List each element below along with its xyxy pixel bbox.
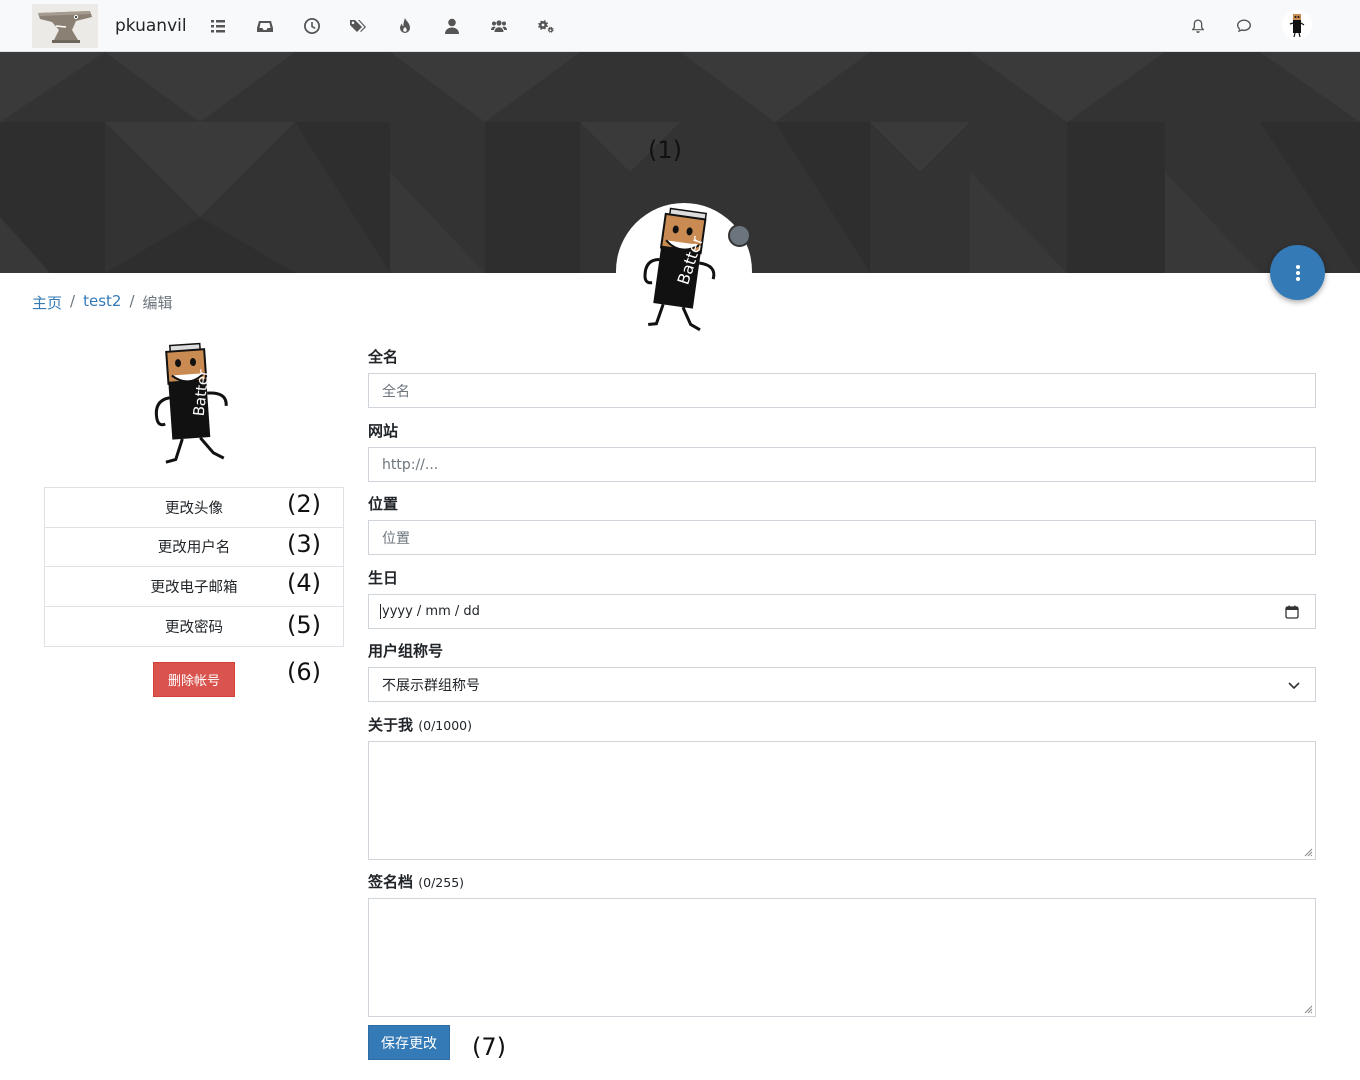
- aboutme-label: 关于我 (0/1000): [368, 714, 472, 735]
- breadcrumb-home[interactable]: 主页: [32, 292, 62, 313]
- annotation-marker: (4): [287, 569, 321, 597]
- aboutme-char-count: (0/1000): [418, 718, 472, 733]
- delete-account-button[interactable]: 删除帐号: [153, 662, 235, 697]
- signature-label-text: 签名档: [368, 873, 414, 891]
- aboutme-label-text: 关于我: [368, 716, 414, 734]
- fullname-label: 全名: [368, 348, 399, 366]
- profile-actions-button[interactable]: [1270, 245, 1325, 300]
- sidebar-avatar: Batter: [140, 340, 250, 470]
- signature-label: 签名档 (0/255): [368, 871, 464, 892]
- group-title-label: 用户组称号: [368, 642, 444, 660]
- resize-handle-icon[interactable]: [1304, 1005, 1313, 1014]
- top-navbar: pkuanvil: [0, 0, 1360, 52]
- save-changes-button[interactable]: 保存更改: [368, 1025, 450, 1060]
- breadcrumb-current: 编辑: [142, 294, 173, 312]
- chat-icon[interactable]: [1234, 16, 1254, 36]
- birthday-field[interactable]: yyyy / mm / dd: [368, 594, 1316, 629]
- breadcrumb-separator: /: [129, 292, 135, 310]
- location-field[interactable]: 位置: [368, 520, 1316, 555]
- birthday-placeholder: yyyy / mm / dd: [380, 604, 480, 619]
- breadcrumb-separator: /: [70, 292, 76, 310]
- annotation-marker: (7): [472, 1033, 506, 1061]
- fullname-field[interactable]: 全名: [368, 373, 1316, 408]
- location-label: 位置: [368, 495, 399, 513]
- ellipsis-vertical-icon: [1295, 264, 1300, 281]
- signature-char-count: (0/255): [418, 875, 465, 890]
- group-title-select[interactable]: 不展示群组称号: [368, 667, 1316, 702]
- bell-icon[interactable]: [1188, 16, 1208, 36]
- birthday-label: 生日: [368, 569, 399, 587]
- clock-icon[interactable]: [302, 16, 322, 36]
- annotation-marker: (6): [287, 658, 321, 686]
- signature-textarea[interactable]: [368, 898, 1316, 1017]
- website-field[interactable]: http://...: [368, 447, 1316, 482]
- resize-handle-icon[interactable]: [1304, 848, 1313, 857]
- change-email-label: 更改电子邮箱: [150, 579, 238, 596]
- fire-icon[interactable]: [395, 16, 415, 36]
- anvil-logo[interactable]: [32, 4, 98, 48]
- users-icon[interactable]: [489, 16, 509, 36]
- change-avatar-label: 更改头像: [165, 500, 223, 517]
- change-username-label: 更改用户名: [157, 540, 231, 557]
- breadcrumb: 主页 / test2 / 编辑: [32, 292, 173, 313]
- breadcrumb-user[interactable]: test2: [83, 292, 121, 313]
- change-password-label: 更改密码: [165, 619, 223, 636]
- user-icon[interactable]: [442, 16, 462, 36]
- aboutme-textarea[interactable]: [368, 741, 1316, 860]
- user-avatar-menu[interactable]: [1282, 10, 1312, 40]
- annotation-marker: (5): [287, 611, 321, 639]
- calendar-icon[interactable]: [1285, 605, 1299, 619]
- annotation-marker: (2): [287, 490, 321, 518]
- gears-icon[interactable]: [536, 16, 556, 36]
- cover-annotation: (1): [648, 136, 682, 164]
- site-brand[interactable]: pkuanvil: [115, 16, 187, 36]
- list-icon[interactable]: [208, 16, 228, 36]
- annotation-marker: (3): [287, 530, 321, 558]
- profile-avatar[interactable]: Batter: [616, 203, 752, 339]
- status-indicator: [728, 224, 751, 247]
- website-label: 网站: [368, 422, 399, 440]
- group-title-value: 不展示群组称号: [382, 677, 480, 694]
- inbox-icon[interactable]: [255, 16, 275, 36]
- tags-icon[interactable]: [348, 16, 368, 36]
- chevron-down-icon: [1288, 682, 1300, 690]
